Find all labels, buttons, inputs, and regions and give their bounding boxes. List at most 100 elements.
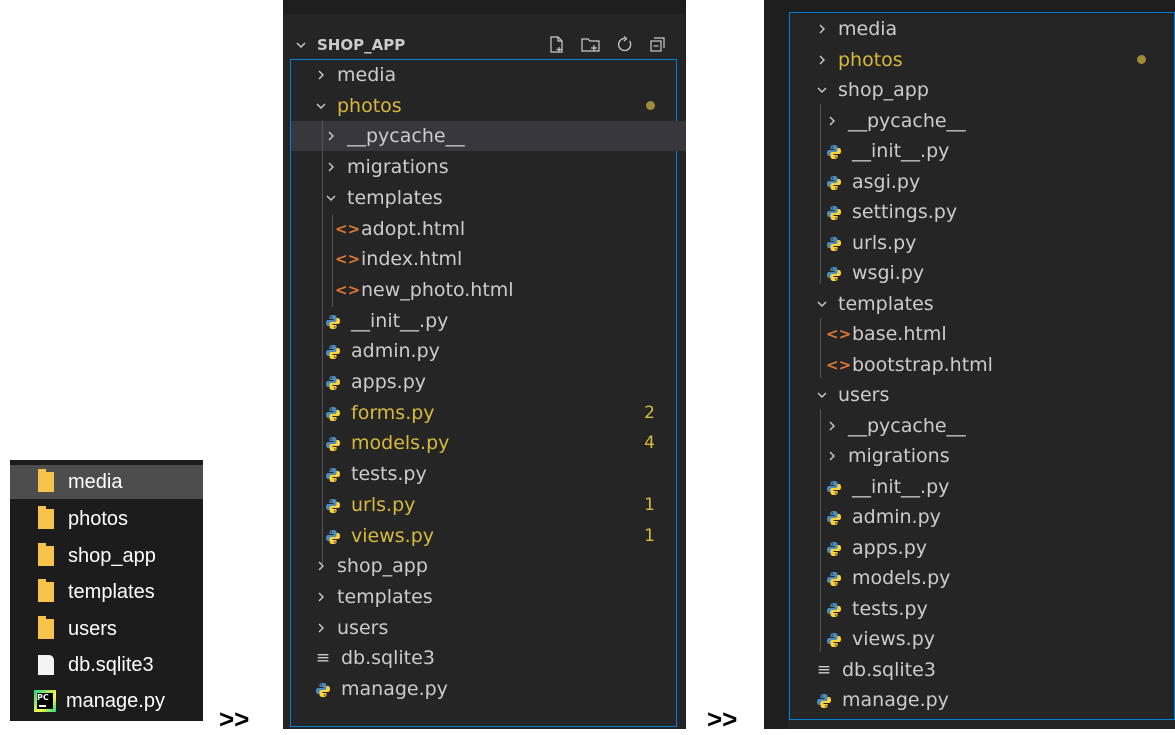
tree-item-label: templates bbox=[838, 292, 934, 315]
tree-file-new-photo-html[interactable]: <> new_photo.html bbox=[335, 275, 655, 305]
tree-item-label: __pycache__ bbox=[848, 109, 966, 132]
tree-file-models-py[interactable]: models.py bbox=[826, 563, 1146, 593]
tree-file-wsgi-py[interactable]: wsgi.py bbox=[826, 258, 1146, 288]
collapse-all-icon[interactable] bbox=[648, 35, 667, 54]
tree-file-base-html[interactable]: <> base.html bbox=[826, 319, 1146, 349]
tree-item-label: photos bbox=[838, 48, 903, 71]
tree-item-label: urls.py bbox=[351, 493, 416, 516]
tree-item-label: apps.py bbox=[852, 536, 928, 559]
tree-file-admin-py[interactable]: admin.py bbox=[826, 502, 1146, 532]
html-file-icon: <> bbox=[826, 325, 852, 343]
tree-folder-shop-app[interactable]: shop_app bbox=[816, 75, 1146, 105]
tree-folder-pycache[interactable]: __pycache__ bbox=[826, 106, 1146, 136]
tree-file-init-py[interactable]: __init__.py bbox=[826, 136, 1146, 166]
explorer-item-manage-py[interactable]: PC manage.py bbox=[10, 684, 203, 718]
explorer-item-media[interactable]: media bbox=[10, 465, 203, 499]
tree-item-label: apps.py bbox=[351, 371, 427, 393]
indent-guide bbox=[820, 318, 821, 378]
tree-item-label: __init__.py bbox=[351, 309, 449, 332]
tree-item-label: settings.py bbox=[852, 201, 958, 223]
tree-folder-migrations[interactable]: migrations bbox=[826, 441, 1146, 471]
tree-item-label: __init__.py bbox=[852, 140, 950, 162]
tree-file-apps-py[interactable]: apps.py bbox=[325, 367, 655, 397]
explorer-item-db-sqlite3[interactable]: db.sqlite3 bbox=[10, 648, 203, 682]
python-file-icon bbox=[325, 435, 341, 452]
vscode-explorer-right: media photos shop_app __pycache__ __init__.p… bbox=[764, 0, 1175, 729]
text-file-icon: ≡ bbox=[816, 659, 832, 680]
tree-file-urls-py[interactable]: urls.py bbox=[826, 228, 1146, 258]
editor-gutter-strip bbox=[764, 14, 788, 729]
tree-file-index-html[interactable]: <> index.html bbox=[335, 244, 655, 274]
tree-file-tests-py[interactable]: tests.py bbox=[325, 459, 655, 489]
chevron-down-icon bbox=[816, 389, 828, 401]
tree-file-asgi-py[interactable]: asgi.py bbox=[826, 167, 1146, 197]
tree-file-manage-py[interactable]: manage.py bbox=[816, 685, 1146, 715]
problem-count-badge: 2 bbox=[644, 402, 655, 423]
tree-folder-templates[interactable]: templates bbox=[816, 289, 1146, 319]
refresh-icon[interactable] bbox=[615, 35, 634, 54]
tree-folder-shop-app[interactable]: shop_app bbox=[315, 551, 655, 581]
tree-file-views-py[interactable]: views.py bbox=[826, 624, 1146, 654]
tree-folder-media[interactable]: media bbox=[315, 60, 655, 90]
tree-file-apps-py[interactable]: apps.py bbox=[826, 533, 1146, 563]
chevron-right-icon bbox=[325, 161, 337, 173]
tree-folder-migrations[interactable]: migrations bbox=[325, 152, 655, 182]
python-file-icon bbox=[325, 374, 341, 390]
tree-item-label: new_photo.html bbox=[361, 278, 514, 301]
chevron-right-icon bbox=[315, 591, 327, 603]
tree-folder-users[interactable]: users bbox=[315, 613, 655, 643]
tree-file-db-sqlite3[interactable]: ≡ db.sqlite3 bbox=[816, 655, 1146, 685]
tree-item-label: templates bbox=[337, 585, 433, 608]
tree-folder-photos[interactable]: photos bbox=[816, 45, 1146, 75]
tree-file-views-py[interactable]: views.py 1 bbox=[325, 521, 655, 551]
tree-folder-photos[interactable]: photos bbox=[315, 91, 655, 121]
section-header[interactable]: SHOP_APP bbox=[283, 30, 686, 60]
new-folder-icon[interactable] bbox=[580, 35, 601, 54]
tree-folder-pycache[interactable]: __pycache__ bbox=[291, 121, 686, 152]
tree-file-urls-py[interactable]: urls.py 1 bbox=[325, 490, 655, 520]
explorer-item-shop-app[interactable]: shop_app bbox=[10, 539, 203, 573]
tree-folder-pycache[interactable]: __pycache__ bbox=[826, 411, 1146, 441]
explorer-item-users[interactable]: users bbox=[10, 612, 203, 646]
html-file-icon: <> bbox=[826, 355, 852, 374]
html-file-icon: <> bbox=[335, 280, 361, 299]
chevron-right-icon bbox=[826, 115, 838, 127]
tree-file-init-py[interactable]: __init__.py bbox=[325, 306, 655, 336]
tree-file-adopt-html[interactable]: <> adopt.html bbox=[335, 214, 655, 244]
tree-file-init-py[interactable]: __init__.py bbox=[826, 472, 1146, 502]
chevron-down-icon bbox=[816, 298, 828, 310]
explorer-item-templates[interactable]: templates bbox=[10, 575, 203, 609]
python-file-icon bbox=[826, 479, 842, 495]
tree-file-models-py[interactable]: models.py 4 bbox=[325, 428, 655, 458]
html-file-icon: <> bbox=[335, 219, 361, 238]
cropped-header-strip bbox=[283, 0, 686, 14]
python-file-icon bbox=[325, 528, 341, 544]
tree-file-tests-py[interactable]: tests.py bbox=[826, 594, 1146, 624]
tree-folder-templates[interactable]: templates bbox=[325, 183, 655, 213]
explorer-item-photos[interactable]: photos bbox=[10, 502, 203, 536]
tree-item-label: urls.py bbox=[852, 231, 917, 254]
chevron-down-icon bbox=[816, 84, 828, 96]
tree-item-label: models.py bbox=[852, 567, 951, 589]
python-file-icon bbox=[826, 235, 842, 251]
tree-item-label: __pycache__ bbox=[848, 414, 966, 437]
tree-item-label: media bbox=[337, 64, 397, 86]
folder-icon bbox=[38, 579, 54, 602]
new-file-icon[interactable] bbox=[547, 35, 566, 54]
file-icon bbox=[38, 655, 54, 675]
explorer-item-label: photos bbox=[68, 507, 129, 530]
python-file-icon bbox=[826, 204, 842, 220]
tree-file-db-sqlite3[interactable]: ≡ db.sqlite3 bbox=[315, 643, 655, 673]
tree-file-admin-py[interactable]: admin.py bbox=[325, 336, 655, 366]
tree-file-forms-py[interactable]: forms.py 2 bbox=[325, 398, 655, 428]
tree-folder-templates[interactable]: templates bbox=[315, 582, 655, 612]
tree-folder-users[interactable]: users bbox=[816, 380, 1146, 410]
tree-item-label: manage.py bbox=[341, 678, 448, 700]
folder-icon bbox=[38, 506, 54, 529]
tree-item-label: admin.py bbox=[351, 340, 440, 363]
tree-file-manage-py[interactable]: manage.py bbox=[315, 674, 655, 704]
tree-file-bootstrap-html[interactable]: <> bootstrap.html bbox=[826, 350, 1146, 380]
tree-item-label: shop_app bbox=[337, 555, 428, 578]
tree-file-settings-py[interactable]: settings.py bbox=[826, 197, 1146, 227]
tree-folder-media[interactable]: media bbox=[816, 14, 1146, 44]
